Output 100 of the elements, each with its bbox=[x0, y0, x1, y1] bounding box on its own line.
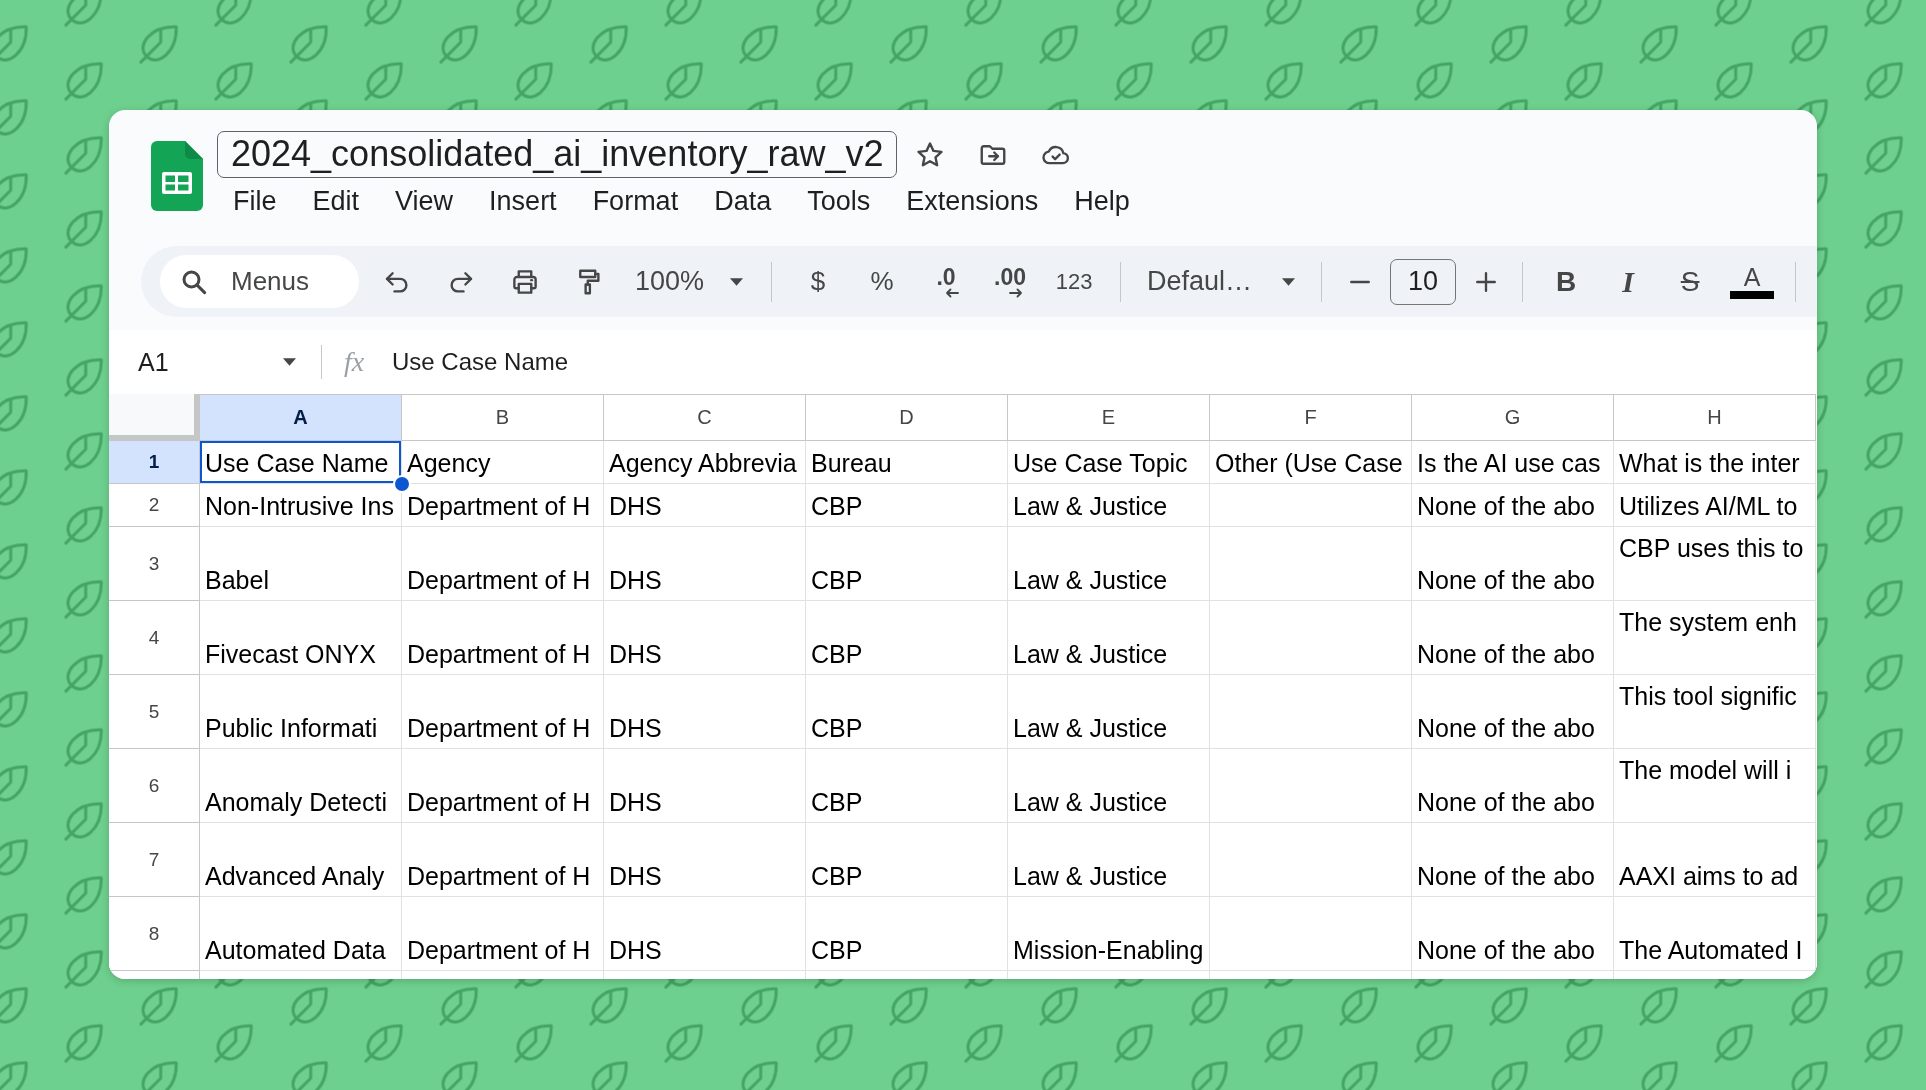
currency-button[interactable]: $ bbox=[792, 257, 845, 306]
fill-handle-icon[interactable] bbox=[393, 475, 411, 493]
sheet-cell[interactable]: Law & Justice bbox=[1008, 601, 1210, 675]
sheet-cell[interactable]: The model will i bbox=[1614, 749, 1816, 823]
sheet-cell[interactable]: CBP bbox=[806, 749, 1008, 823]
menu-item[interactable]: View bbox=[377, 183, 472, 219]
sheet-cell[interactable]: None of the abo bbox=[1412, 527, 1614, 601]
sheet-cell[interactable]: DHS bbox=[604, 601, 806, 675]
sheets-logo-icon[interactable] bbox=[151, 141, 203, 211]
decrease-decimal-button[interactable]: .0 bbox=[920, 257, 973, 306]
sheet-cell[interactable]: Public Informati bbox=[200, 675, 402, 749]
sheet-cell[interactable]: Agency Abbrevia bbox=[604, 441, 806, 484]
column-header[interactable]: C bbox=[604, 394, 806, 441]
search-field[interactable]: Menus bbox=[160, 255, 359, 308]
sheet-cell[interactable]: Use Case Name bbox=[200, 441, 402, 484]
strikethrough-button[interactable]: S bbox=[1665, 257, 1716, 306]
sheet-cell[interactable]: CBP bbox=[806, 675, 1008, 749]
document-title[interactable]: 2024_consolidated_ai_inventory_raw_v2 bbox=[217, 131, 898, 178]
sheet-cell[interactable]: None of the abo bbox=[1412, 897, 1614, 971]
italic-button[interactable]: I bbox=[1603, 257, 1654, 306]
menu-item[interactable]: Data bbox=[696, 183, 790, 219]
menu-item[interactable]: File bbox=[215, 183, 295, 219]
column-header[interactable]: D bbox=[806, 394, 1008, 441]
sheet-cell[interactable]: Law & Justice bbox=[1008, 527, 1210, 601]
sheet-cell[interactable] bbox=[1210, 823, 1412, 897]
sheet-cell[interactable]: DHS bbox=[604, 527, 806, 601]
sheet-cell[interactable]: DHS bbox=[604, 749, 806, 823]
sheet-cell[interactable]: Use Case Topic bbox=[1008, 441, 1210, 484]
sheet-cell[interactable]: CBP uses this to bbox=[1614, 527, 1816, 601]
sheet-cell[interactable]: Department of H bbox=[402, 675, 604, 749]
sheet-cell[interactable] bbox=[1210, 675, 1412, 749]
row-header[interactable]: 3 bbox=[109, 527, 200, 601]
sheet-cell[interactable] bbox=[1210, 749, 1412, 823]
sheet-cell[interactable]: None of the abo bbox=[1412, 823, 1614, 897]
sheet-cell[interactable] bbox=[1210, 527, 1412, 601]
formula-field[interactable]: Use Case Name bbox=[392, 348, 569, 376]
row-header[interactable]: 5 bbox=[109, 675, 200, 749]
sheet-cell[interactable]: DHS bbox=[604, 484, 806, 527]
sheet-cell[interactable]: Department of H bbox=[402, 527, 604, 601]
row-header[interactable]: 6 bbox=[109, 749, 200, 823]
sheet-cell[interactable]: Department of H bbox=[402, 823, 604, 897]
column-header[interactable]: B bbox=[402, 394, 604, 441]
sheet-cell[interactable]: DHS bbox=[604, 823, 806, 897]
font-dropdown[interactable]: Defaul… bbox=[1141, 257, 1302, 306]
sheet-cell[interactable]: Fivecast ONYX bbox=[200, 601, 402, 675]
sheet-cell[interactable]: CBP bbox=[806, 897, 1008, 971]
sheet-cell[interactable]: Anomaly Detecti bbox=[200, 749, 402, 823]
sheet-cell[interactable]: Is the AI use cas bbox=[1412, 441, 1614, 484]
sheet-cell[interactable]: None of the abo bbox=[1412, 749, 1614, 823]
sheet-cell[interactable]: None of the abo bbox=[1412, 675, 1614, 749]
sheet-cell[interactable]: Mission-Enabling bbox=[1008, 897, 1210, 971]
sheet-cell[interactable]: Utilizes AI/ML to bbox=[1614, 484, 1816, 527]
sheet-cell[interactable] bbox=[1210, 897, 1412, 971]
row-header[interactable]: 4 bbox=[109, 601, 200, 675]
sheet-cell[interactable]: Department of H bbox=[402, 749, 604, 823]
column-header[interactable]: E bbox=[1008, 394, 1210, 441]
sheet-cell[interactable]: Department of H bbox=[402, 897, 604, 971]
column-header[interactable]: F bbox=[1210, 394, 1412, 441]
row-header[interactable]: 1 bbox=[109, 441, 200, 484]
sheet-cell[interactable]: Advanced Analy bbox=[200, 823, 402, 897]
menu-item[interactable]: Tools bbox=[789, 183, 889, 219]
sheet-cell[interactable]: Law & Justice bbox=[1008, 749, 1210, 823]
sheet-cell[interactable]: Law & Justice bbox=[1008, 484, 1210, 527]
row-header[interactable]: 2 bbox=[109, 484, 200, 527]
zoom-dropdown[interactable]: 100% bbox=[627, 257, 752, 306]
number-format-button[interactable]: 123 bbox=[1048, 257, 1101, 306]
sheet-cell[interactable]: AAXI aims to ad bbox=[1614, 823, 1816, 897]
sheet-cell[interactable]: None of the abo bbox=[1412, 601, 1614, 675]
sheet-cell[interactable]: None of the abo bbox=[1412, 484, 1614, 527]
bold-button[interactable]: B bbox=[1541, 257, 1592, 306]
sheet-cell[interactable]: CBP bbox=[806, 527, 1008, 601]
percent-button[interactable]: % bbox=[856, 257, 909, 306]
sheet-cell[interactable]: The Automated I bbox=[1614, 897, 1816, 971]
column-header[interactable]: G bbox=[1412, 394, 1614, 441]
sheet-cell[interactable]: CBP bbox=[806, 484, 1008, 527]
sheet-cell[interactable]: Automated Data bbox=[200, 897, 402, 971]
sheet-cell[interactable] bbox=[1210, 484, 1412, 527]
menu-item[interactable]: Extensions bbox=[888, 183, 1057, 219]
menu-item[interactable]: Insert bbox=[471, 183, 575, 219]
column-header[interactable]: A bbox=[200, 394, 402, 441]
sheet-cell[interactable]: DHS bbox=[604, 675, 806, 749]
sheet-cell[interactable]: This tool signific bbox=[1614, 675, 1816, 749]
sheet-cell[interactable]: Law & Justice bbox=[1008, 675, 1210, 749]
sheet-cell[interactable]: CBP bbox=[806, 823, 1008, 897]
text-color-button[interactable]: A bbox=[1727, 257, 1778, 306]
row-header[interactable]: 7 bbox=[109, 823, 200, 897]
sheet-cell[interactable]: Other (Use Case bbox=[1210, 441, 1412, 484]
menu-item[interactable]: Help bbox=[1056, 183, 1148, 219]
sheet-cell[interactable]: What is the inter bbox=[1614, 441, 1816, 484]
sheet-cell[interactable]: Law & Justice bbox=[1008, 823, 1210, 897]
sheet-cell[interactable]: The system enh bbox=[1614, 601, 1816, 675]
increase-decimal-button[interactable]: .00 bbox=[984, 257, 1037, 306]
font-size-field[interactable]: 10 bbox=[1390, 258, 1457, 305]
sheet-cell[interactable]: Babel bbox=[200, 527, 402, 601]
sheet-cell[interactable] bbox=[1210, 601, 1412, 675]
sheet-cell[interactable]: Bureau bbox=[806, 441, 1008, 484]
name-box[interactable]: A1 bbox=[129, 340, 305, 384]
menu-item[interactable]: Edit bbox=[294, 183, 378, 219]
column-header[interactable]: H bbox=[1614, 394, 1816, 441]
sheet-cell[interactable]: DHS bbox=[604, 897, 806, 971]
